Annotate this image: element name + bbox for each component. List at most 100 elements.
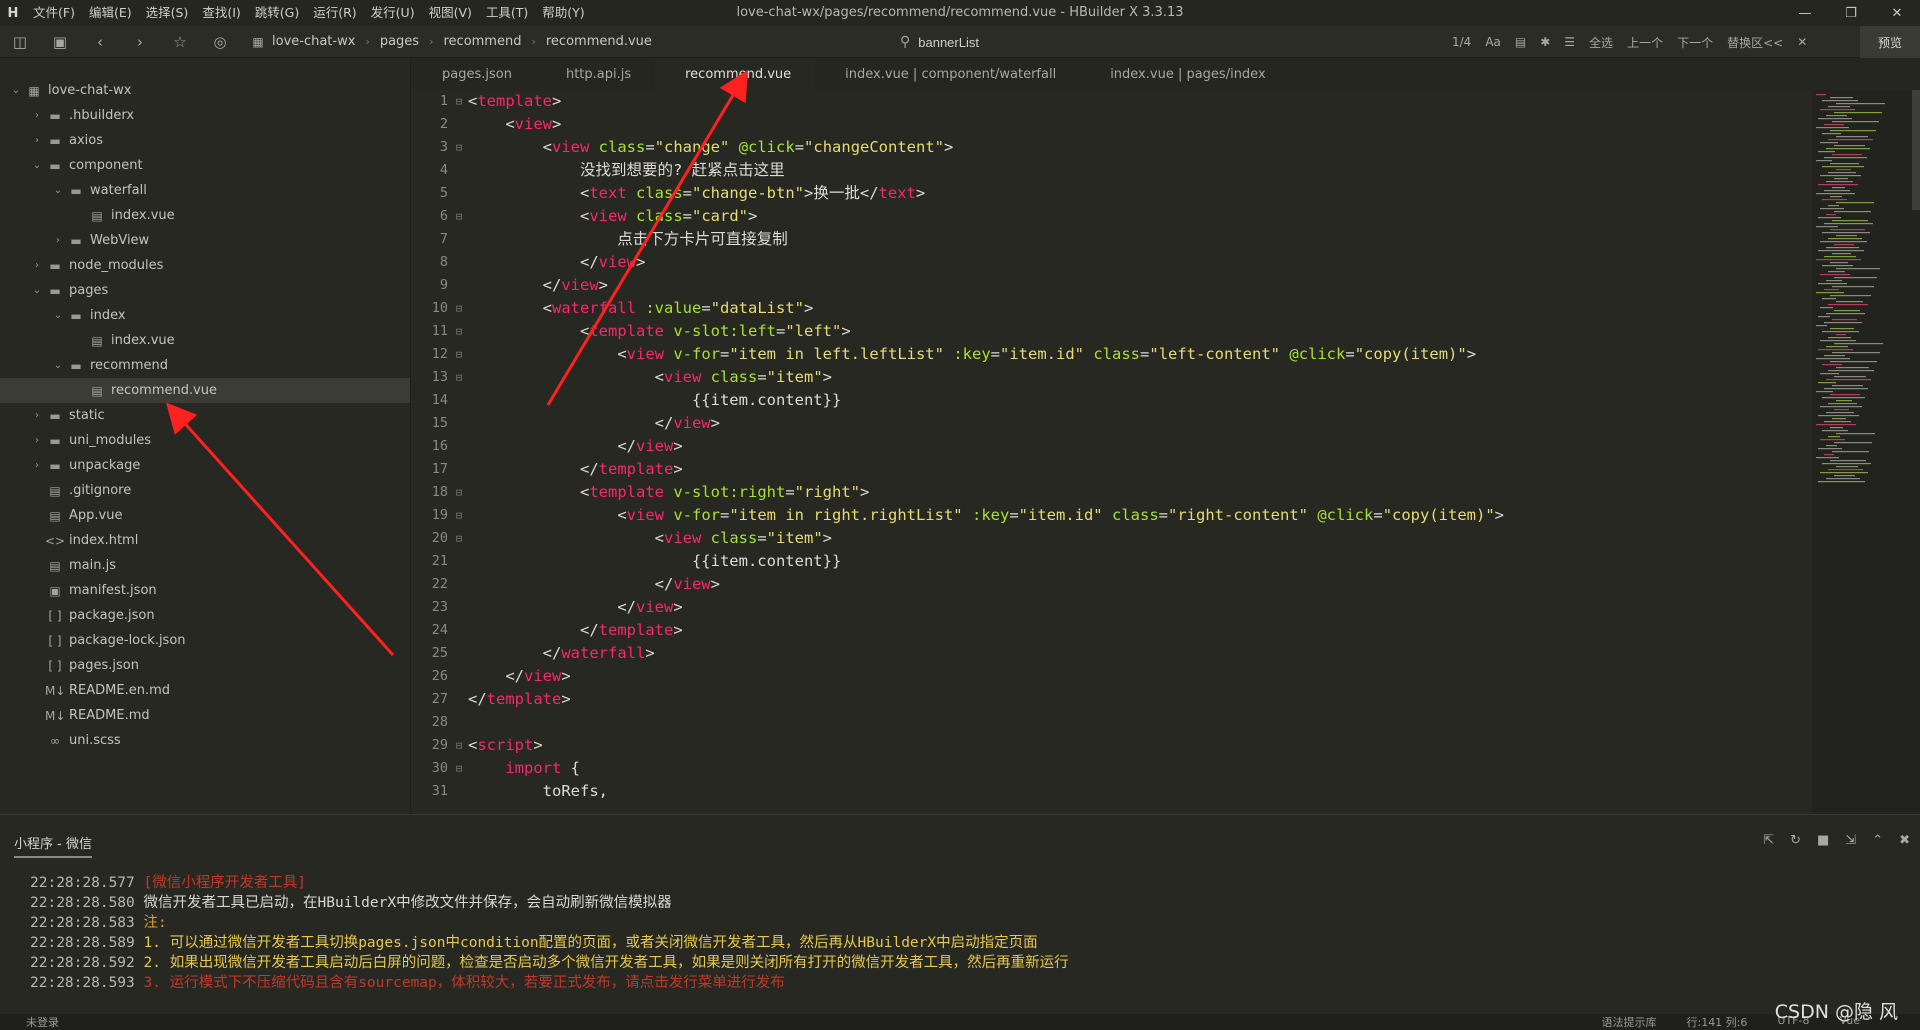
breadcrumb-item-recommend[interactable]: recommend xyxy=(443,34,521,49)
fold-toggle-icon[interactable]: ⊟ xyxy=(450,481,468,504)
breadcrumb-item-file[interactable]: recommend.vue xyxy=(546,34,652,49)
code-line[interactable]: 18 ⊟ <template v-slot:right="right"> xyxy=(412,481,1812,504)
code-line[interactable]: 29 ⊟ <script> xyxy=(412,734,1812,757)
menu-item[interactable]: 跳转(G) xyxy=(248,0,306,26)
code-line[interactable]: 10 ⊟ <waterfall :value="dataList"> xyxy=(412,297,1812,320)
tree-item[interactable]: ⌄ ▬ index xyxy=(0,303,410,328)
case-sensitive-toggle[interactable]: Aa xyxy=(1485,35,1501,49)
tree-item[interactable]: › ▬ WebView xyxy=(0,228,410,253)
tree-item[interactable]: › ▬ static xyxy=(0,403,410,428)
breadcrumb-item-project[interactable]: love-chat-wx xyxy=(272,34,355,49)
chevron-right-icon[interactable]: › xyxy=(50,235,66,246)
code-line[interactable]: 3 ⊟ <view class="change" @click="changeCo… xyxy=(412,136,1812,159)
code-line[interactable]: 4 没找到想要的? 赶紧点击这里 xyxy=(412,159,1812,182)
minimize-icon[interactable]: — xyxy=(1782,0,1828,26)
select-all-button[interactable]: 全选 xyxy=(1589,34,1613,51)
tree-item[interactable]: › ▬ .hbuilderx xyxy=(0,103,410,128)
code-line[interactable]: 16 </view> xyxy=(412,435,1812,458)
fold-toggle-icon[interactable]: ⊟ xyxy=(450,757,468,780)
fold-toggle-icon[interactable]: ⊟ xyxy=(450,297,468,320)
tree-item[interactable]: [ ] pages.json xyxy=(0,653,410,678)
forward-icon[interactable]: › xyxy=(120,26,160,58)
tree-item[interactable]: ▣ manifest.json xyxy=(0,578,410,603)
code-line[interactable]: 21 {{item.content}} xyxy=(412,550,1812,573)
tree-item[interactable]: › ▬ uni_modules xyxy=(0,428,410,453)
tree-item[interactable]: ▤ .gitignore xyxy=(0,478,410,503)
syntax-hint-status[interactable]: 语法提示库 xyxy=(1601,1014,1656,1030)
code-line[interactable]: 9 </view> xyxy=(412,274,1812,297)
back-icon[interactable]: ‹ xyxy=(80,26,120,58)
menu-item[interactable]: 查找(I) xyxy=(195,0,247,26)
code-line[interactable]: 27 </template> xyxy=(412,688,1812,711)
menu-item[interactable]: 编辑(E) xyxy=(82,0,139,26)
fold-toggle-icon[interactable]: ⊟ xyxy=(450,136,468,159)
code-line[interactable]: 8 </view> xyxy=(412,251,1812,274)
whole-word-icon[interactable]: ▤ xyxy=(1515,35,1526,49)
tree-item[interactable]: › ▬ axios xyxy=(0,128,410,153)
tree-item[interactable]: › ▬ unpackage xyxy=(0,453,410,478)
menu-item[interactable]: 发行(U) xyxy=(364,0,422,26)
tree-item[interactable]: ∞ uni.scss xyxy=(0,728,410,753)
fold-toggle-icon[interactable]: ⊟ xyxy=(450,527,468,550)
chevron-right-icon[interactable]: › xyxy=(29,260,45,271)
chevron-down-icon[interactable]: ⌄ xyxy=(29,285,45,296)
code-line[interactable]: 20 ⊟ <view class="item"> xyxy=(412,527,1812,550)
code-line[interactable]: 14 {{item.content}} xyxy=(412,389,1812,412)
maximize-panel-icon[interactable]: ⌃ xyxy=(1872,833,1883,848)
code-line[interactable]: 28 xyxy=(412,711,1812,734)
chevron-down-icon[interactable]: ⌄ xyxy=(29,160,45,171)
editor-tab[interactable]: recommend.vue xyxy=(655,58,816,90)
fold-toggle-icon[interactable]: ⊟ xyxy=(450,205,468,228)
open-external-icon[interactable]: ⇱ xyxy=(1763,833,1774,848)
close-search-icon[interactable]: ✕ xyxy=(1797,35,1807,49)
menu-item[interactable]: 视图(V) xyxy=(422,0,479,26)
editor-tab[interactable]: pages.json xyxy=(412,58,536,90)
export-icon[interactable]: ⇲ xyxy=(1845,833,1856,848)
prev-match-button[interactable]: 上一个 xyxy=(1627,34,1663,51)
login-status[interactable]: 未登录 xyxy=(26,1014,59,1030)
code-line[interactable]: 23 </view> xyxy=(412,596,1812,619)
new-file-icon[interactable]: ◫ xyxy=(0,26,40,58)
menu-item[interactable]: 运行(R) xyxy=(306,0,363,26)
chevron-down-icon[interactable]: ⌄ xyxy=(8,85,24,96)
chevron-right-icon[interactable]: › xyxy=(29,435,45,446)
fold-toggle-icon[interactable]: ⊟ xyxy=(450,320,468,343)
tree-item[interactable]: ▤ main.js xyxy=(0,553,410,578)
save-icon[interactable]: ▣ xyxy=(40,26,80,58)
fold-toggle-icon[interactable]: ⊟ xyxy=(450,366,468,389)
chevron-right-icon[interactable]: › xyxy=(29,110,45,121)
chevron-right-icon[interactable]: › xyxy=(29,410,45,421)
code-line[interactable]: 1 ⊟ <template> xyxy=(412,90,1812,113)
tree-item[interactable]: ▤ index.vue xyxy=(0,203,410,228)
close-icon[interactable]: ✕ xyxy=(1874,0,1920,26)
code-line[interactable]: 15 </view> xyxy=(412,412,1812,435)
code-line[interactable]: 26 </view> xyxy=(412,665,1812,688)
code-line[interactable]: 11 ⊟ <template v-slot:left="left"> xyxy=(412,320,1812,343)
tree-item[interactable]: › ▬ node_modules xyxy=(0,253,410,278)
code-line[interactable]: 6 ⊟ <view class="card"> xyxy=(412,205,1812,228)
menu-item[interactable]: 帮助(Y) xyxy=(535,0,591,26)
preview-button[interactable]: 预览 xyxy=(1860,26,1920,58)
editor-tab[interactable]: http.api.js xyxy=(536,58,655,90)
code-line[interactable]: 2 <view> xyxy=(412,113,1812,136)
restart-icon[interactable]: ↻ xyxy=(1790,833,1801,848)
minimap[interactable] xyxy=(1812,90,1920,814)
chevron-down-icon[interactable]: ⌄ xyxy=(50,310,66,321)
cursor-position[interactable]: 行:141 列:6 xyxy=(1686,1014,1747,1030)
tree-item[interactable]: ⌄ ▬ pages xyxy=(0,278,410,303)
search-input[interactable] xyxy=(918,34,1319,50)
tree-item[interactable]: [ ] package.json xyxy=(0,603,410,628)
tree-item[interactable]: <> index.html xyxy=(0,528,410,553)
favorite-star-icon[interactable]: ☆ xyxy=(160,26,200,58)
chevron-down-icon[interactable]: ⌄ xyxy=(50,360,66,371)
tree-item[interactable]: M↓ README.md xyxy=(0,703,410,728)
menu-item[interactable]: 选择(S) xyxy=(139,0,196,26)
breadcrumb-item-pages[interactable]: pages xyxy=(380,34,419,49)
editor-tab[interactable]: index.vue | component/waterfall xyxy=(815,58,1080,90)
tree-item[interactable]: ⌄ ▬ component xyxy=(0,153,410,178)
chevron-right-icon[interactable]: › xyxy=(29,135,45,146)
run-icon[interactable]: ◎ xyxy=(200,26,240,58)
tree-item[interactable]: [ ] package-lock.json xyxy=(0,628,410,653)
code-line[interactable]: 30 ⊟ import { xyxy=(412,757,1812,780)
chevron-down-icon[interactable]: ⌄ xyxy=(50,185,66,196)
